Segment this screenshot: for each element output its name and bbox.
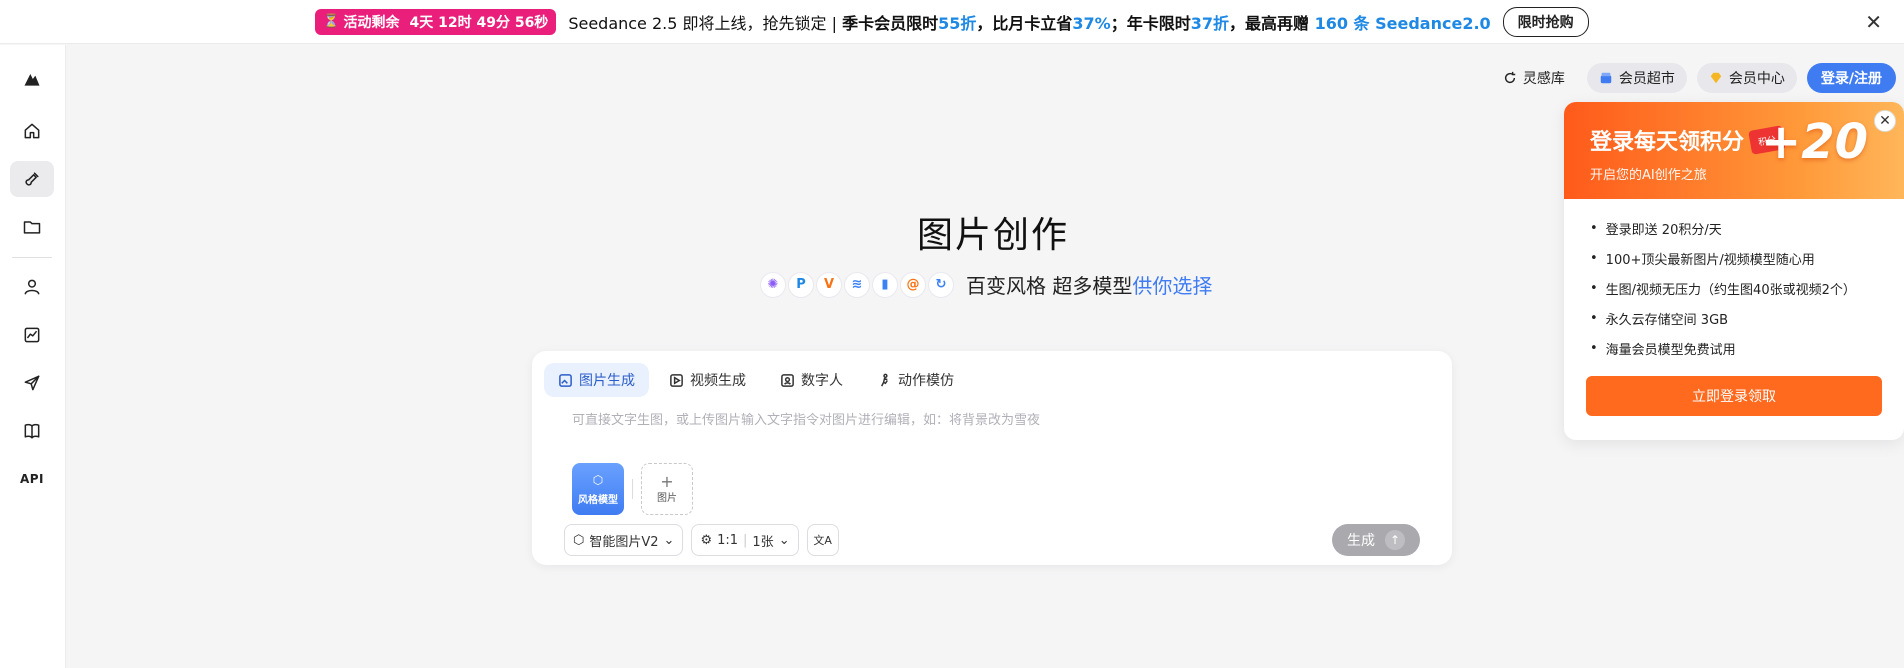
model-select[interactable]: ⬡ 智能图片V2 ⌄ (564, 524, 684, 556)
season-value: 55折 (938, 13, 977, 33)
composer-controls: ⬡ 智能图片V2 ⌄ ⚙ 1:1 | 1张 ⌄ 文A (564, 524, 839, 556)
inspiration-label: 灵感库 (1522, 71, 1565, 87)
user-icon[interactable] (10, 269, 54, 305)
arrow-up-icon: ↑ (1385, 530, 1405, 550)
countdown-badge: ⏳ 活动剩余 4天 12时 49分 56秒 (315, 8, 557, 35)
book-icon[interactable] (10, 413, 54, 449)
image-icon (559, 373, 572, 387)
model-select-value: 智能图片V2 (589, 534, 659, 550)
video-icon (670, 373, 683, 387)
model-spiral-icon: ✺ (760, 271, 786, 298)
model-at-icon: @ (900, 271, 926, 298)
settings-icon: ⚙ (700, 532, 713, 548)
chevron-down-icon: ⌄ (663, 532, 675, 548)
member-market-label: 会员超市 (1618, 71, 1675, 87)
gift-label: ，最高再赠 (1229, 13, 1315, 33)
benefit-list: 登录即送 20积分/天 100+顶尖最新图片/视频模型随心用 生图/视频无压力（… (1564, 199, 1904, 363)
cube-outline-icon: ⬡ (573, 532, 585, 548)
chart-icon[interactable] (10, 317, 54, 353)
model-icons: ✺ P V ≋ ▮ @ ↻ (760, 271, 954, 298)
login-claim-button[interactable]: 立即登录领取 (1586, 376, 1882, 416)
benefit-item: 海量会员模型免费试用 (1590, 333, 1878, 363)
inspiration-button[interactable]: 灵感库 (1491, 63, 1577, 93)
tab-label: 视频生成 (690, 373, 746, 389)
home-icon[interactable] (10, 113, 54, 149)
running-icon (881, 373, 888, 386)
model-bars-icon: ▮ (872, 271, 898, 298)
benefit-item: 永久云存储空间 3GB (1590, 303, 1878, 333)
generate-label: 生成 (1347, 533, 1375, 549)
hero-subtitle: ✺ P V ≋ ▮ @ ↻ 百变风格 超多模型供你选择 (760, 270, 1212, 299)
tab-label: 数字人 (801, 373, 843, 389)
tab-motion-mimic[interactable]: 动作模仿 (863, 363, 968, 397)
style-model-chip[interactable]: ⬡ 风格模型 (572, 463, 624, 515)
season-label: 季卡会员限时 (842, 13, 939, 33)
tab-image-generation[interactable]: 图片生成 (544, 363, 649, 397)
month-label: ，比月卡立省 (976, 13, 1073, 33)
member-center-button[interactable]: 会员中心 (1696, 63, 1797, 93)
creation-tabs: 图片生成 视频生成 数字人 动作模仿 (544, 363, 968, 397)
member-market-button[interactable]: 会员超市 (1586, 63, 1687, 93)
year-label: ；年卡限时 (1110, 13, 1191, 33)
translate-button[interactable]: 文A (806, 524, 839, 556)
attachment-chips: ⬡ 风格模型 + 图片 (572, 463, 693, 515)
store-icon (1599, 71, 1613, 85)
benefit-item: 生图/视频无压力（约生图40张或视频2个） (1590, 273, 1878, 303)
model-wave-icon: ≋ (844, 271, 870, 298)
subtitle-dark: 百变风格 超多模型 (966, 274, 1133, 298)
close-panel-icon[interactable]: ✕ (1874, 110, 1896, 132)
count-value: 1张 (752, 534, 774, 550)
cube-icon: ⬡ (592, 472, 604, 487)
plus-icon: + (660, 471, 674, 491)
limited-buy-button[interactable]: 限时抢购 (1502, 6, 1589, 37)
benefit-item: 登录即送 20积分/天 (1590, 213, 1878, 243)
benefit-item: 100+顶尖最新图片/视频模型随心用 (1590, 243, 1878, 273)
ratio-value: 1:1 (717, 532, 739, 548)
composer-card: 图片生成 视频生成 数字人 动作模仿 可直接文字生图，或上传图片输入文字指令对图… (532, 351, 1452, 565)
promo-prefix: Seedance 2.5 即将上线，抢先锁定 | (568, 13, 843, 33)
close-banner-icon[interactable]: ✕ (1865, 10, 1882, 34)
login-reward-header: 登录每天领积分 开启您的AI创作之旅 积分 +20 ✕ (1564, 102, 1904, 199)
chip-divider (632, 479, 633, 499)
chevron-down-icon: ⌄ (778, 532, 790, 548)
ratio-count-select[interactable]: ⚙ 1:1 | 1张 ⌄ (691, 524, 799, 556)
sidebar: API (0, 45, 66, 668)
login-register-button[interactable]: 登录/注册 (1806, 63, 1896, 93)
translate-icon: 文A (813, 534, 832, 547)
tab-label: 图片生成 (579, 373, 635, 389)
points-badge: +20 (1760, 114, 1868, 170)
api-link[interactable]: API (10, 461, 54, 497)
add-image-chip[interactable]: + 图片 (641, 463, 693, 515)
subtitle-text: 百变风格 超多模型供你选择 (966, 270, 1212, 299)
member-center-label: 会员中心 (1728, 71, 1785, 87)
add-image-label: 图片 (657, 492, 677, 504)
model-loop-icon: ↻ (928, 271, 954, 298)
hourglass-icon: ⏳ (323, 14, 340, 29)
style-model-label: 风格模型 (578, 494, 618, 506)
diamond-icon (1709, 71, 1723, 85)
promo-message: Seedance 2.5 即将上线，抢先锁定 | 季卡会员限时55折，比月卡立省… (568, 10, 1490, 34)
year-value: 37折 (1190, 13, 1229, 33)
generate-button[interactable]: 生成 ↑ (1332, 524, 1420, 556)
model-v-icon: V (816, 271, 842, 298)
tab-label: 动作模仿 (898, 373, 954, 389)
send-icon[interactable] (10, 365, 54, 401)
gift-value: 160 条 Seedance2.0 (1314, 13, 1491, 33)
subtitle-blue: 供你选择 (1132, 274, 1213, 298)
promo-banner: ⏳ 活动剩余 4天 12时 49分 56秒 Seedance 2.5 即将上线，… (0, 0, 1904, 44)
ratio-divider: | (743, 532, 748, 548)
brush-icon[interactable] (10, 161, 54, 197)
tab-digital-human[interactable]: 数字人 (766, 363, 857, 397)
tab-video-generation[interactable]: 视频生成 (655, 363, 760, 397)
model-p-icon: P (788, 271, 814, 298)
month-value: 37% (1072, 13, 1111, 33)
timer-value: 4天 12时 49分 56秒 (409, 14, 549, 31)
logo-icon[interactable] (10, 61, 54, 97)
refresh-icon (1503, 71, 1517, 85)
login-reward-panel: 登录每天领积分 开启您的AI创作之旅 积分 +20 ✕ 登录即送 20积分/天 … (1564, 102, 1904, 440)
prompt-input[interactable]: 可直接文字生图，或上传图片输入文字指令对图片进行编辑，如：将背景改为雪夜 (572, 409, 1412, 428)
top-actions: 灵感库 会员超市 会员中心 登录/注册 (1491, 63, 1896, 93)
timer-label: 活动剩余 (343, 14, 400, 31)
digital-human-icon (781, 373, 794, 387)
